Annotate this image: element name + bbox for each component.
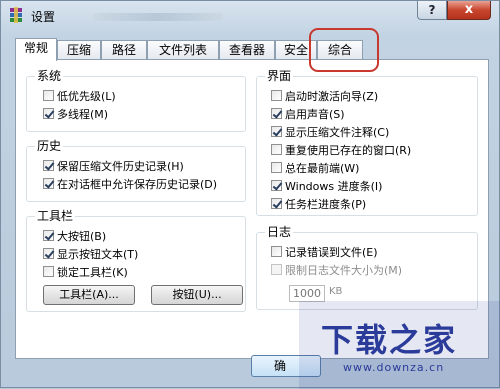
always-on-top-box[interactable]: [271, 162, 282, 173]
history-group-label: 历史: [35, 139, 64, 153]
startup-wizard-box[interactable]: [271, 90, 282, 101]
keep-history-checkbox[interactable]: 保留压缩文件历史记录(H): [43, 159, 184, 175]
toolbar-group: 工具栏 大按钮(B) 显示按钮文本(T) 锁定工具栏(K) 工具栏(A)... …: [26, 209, 246, 312]
interface-group: 界面 启动时激活向导(Z) 启用声音(S) 显示压缩文件注释(C) 重复使用已存…: [256, 69, 478, 216]
show-comments-box[interactable]: [271, 126, 282, 137]
show-button-text-box[interactable]: [43, 248, 54, 259]
lock-toolbar-label: 锁定工具栏(K): [57, 266, 128, 279]
multithread-checkbox[interactable]: 多线程(M): [43, 107, 108, 123]
low-priority-label: 低优先级(L): [57, 90, 116, 103]
big-buttons-checkbox[interactable]: 大按钮(B): [43, 229, 106, 245]
history-group: 历史 保留压缩文件历史记录(H) 在对话框中允许保存历史记录(D): [26, 139, 246, 202]
log-group: 日志 记录错误到文件(E) 限制日志文件大小为(M) 1000 KB: [256, 225, 478, 310]
keep-history-box[interactable]: [43, 160, 54, 171]
dialog-history-label: 在对话框中允许保存历史记录(D): [57, 178, 218, 191]
settings-window: 设置 ? x 常规 压缩 路径 文件列表 查看器 安全 综合 系统 低优先级(L…: [0, 0, 500, 389]
low-priority-checkbox[interactable]: 低优先级(L): [43, 89, 116, 105]
dialog-history-checkbox[interactable]: 在对话框中允许保存历史记录(D): [43, 177, 217, 193]
lock-toolbar-checkbox[interactable]: 锁定工具栏(K): [43, 265, 128, 281]
windows-progress-checkbox[interactable]: Windows 进度条(I): [271, 179, 382, 195]
interface-group-label: 界面: [265, 69, 294, 83]
watermark-url: www.downza.cn: [343, 361, 445, 374]
log-size-unit: KB: [329, 286, 343, 297]
reuse-window-box[interactable]: [271, 144, 282, 155]
lock-toolbar-box[interactable]: [43, 266, 54, 277]
toolbar-group-label: 工具栏: [35, 209, 76, 223]
tab-file-list[interactable]: 文件列表: [147, 40, 219, 60]
tab-paths[interactable]: 路径: [101, 40, 147, 60]
system-group: 系统 低优先级(L) 多线程(M): [26, 69, 246, 132]
multithread-box[interactable]: [43, 108, 54, 119]
always-on-top-checkbox[interactable]: 总在最前端(W): [271, 161, 359, 177]
winrar-app-icon: [10, 7, 22, 23]
show-button-text-label: 显示按钮文本(T): [57, 248, 139, 261]
tab-viewer[interactable]: 查看器: [219, 40, 275, 60]
low-priority-box[interactable]: [43, 90, 54, 101]
blurred-title-area: [93, 13, 223, 21]
keep-history-label: 保留压缩文件历史记录(H): [57, 160, 184, 173]
tab-compression[interactable]: 压缩: [57, 40, 101, 60]
log-errors-checkbox[interactable]: 记录错误到文件(E): [271, 245, 378, 261]
big-buttons-box[interactable]: [43, 230, 54, 241]
show-comments-checkbox[interactable]: 显示压缩文件注释(C): [271, 125, 389, 141]
log-errors-label: 记录错误到文件(E): [285, 246, 378, 259]
log-errors-box[interactable]: [271, 246, 282, 257]
enable-sound-checkbox[interactable]: 启用声音(S): [271, 107, 345, 123]
buttons-config-button[interactable]: 按钮(U)...: [151, 285, 243, 305]
toolbar-config-button[interactable]: 工具栏(A)...: [43, 285, 135, 305]
startup-wizard-label: 启动时激活向导(Z): [285, 90, 379, 103]
site-watermark: 下载之家 www.downza.cn: [299, 301, 500, 389]
enable-sound-box[interactable]: [271, 108, 282, 119]
highlight-circle-annotation: [309, 28, 379, 72]
log-size-input[interactable]: 1000: [289, 285, 325, 302]
show-button-text-checkbox[interactable]: 显示按钮文本(T): [43, 247, 138, 263]
window-title: 设置: [31, 10, 56, 24]
limit-log-size-label: 限制日志文件大小为(M): [285, 264, 403, 277]
always-on-top-label: 总在最前端(W): [285, 162, 360, 175]
system-group-label: 系统: [35, 69, 64, 83]
windows-progress-box[interactable]: [271, 180, 282, 191]
taskbar-progress-box[interactable]: [271, 198, 282, 209]
help-button[interactable]: ?: [417, 1, 447, 20]
tab-general[interactable]: 常规: [15, 38, 57, 61]
dialog-history-box[interactable]: [43, 178, 54, 189]
windows-progress-label: Windows 进度条(I): [285, 180, 383, 193]
show-comments-label: 显示压缩文件注释(C): [285, 126, 390, 139]
taskbar-progress-checkbox[interactable]: 任务栏进度条(P): [271, 197, 366, 213]
enable-sound-label: 启用声音(S): [285, 108, 345, 121]
limit-log-size-checkbox[interactable]: 限制日志文件大小为(M): [271, 263, 402, 279]
close-button[interactable]: x: [447, 1, 491, 20]
reuse-window-label: 重复使用已存在的窗口(R): [285, 144, 412, 157]
multithread-label: 多线程(M): [57, 108, 109, 121]
watermark-logo-text: 下载之家: [321, 321, 458, 359]
startup-wizard-checkbox[interactable]: 启动时激活向导(Z): [271, 89, 378, 105]
big-buttons-label: 大按钮(B): [57, 230, 107, 243]
limit-log-size-box[interactable]: [271, 264, 282, 275]
reuse-window-checkbox[interactable]: 重复使用已存在的窗口(R): [271, 143, 411, 159]
title-bar[interactable]: 设置 ? x: [1, 1, 500, 31]
taskbar-progress-label: 任务栏进度条(P): [285, 198, 367, 211]
log-group-label: 日志: [265, 225, 294, 239]
